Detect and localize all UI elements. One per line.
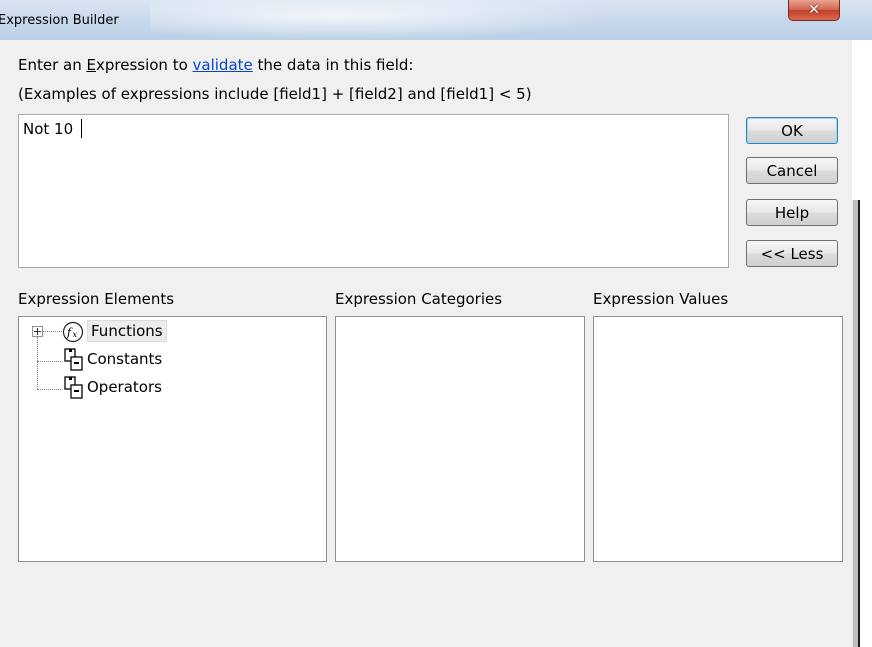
title-bar-glow <box>150 0 620 40</box>
validate-link[interactable]: validate <box>193 56 253 74</box>
access-key-letter: E <box>86 56 96 74</box>
expression-categories-header: Expression Categories <box>335 290 503 308</box>
window-right-edge <box>852 40 872 647</box>
instruction-text: Enter an <box>18 56 87 74</box>
tree-line <box>37 337 38 389</box>
instruction-text: xpression to <box>95 56 193 74</box>
expression-elements-header: Expression Elements <box>18 290 175 308</box>
tree-item-constants[interactable]: Constants <box>62 348 192 372</box>
text-caret <box>81 119 82 138</box>
ok-button[interactable]: OK <box>746 117 838 144</box>
expression-value: Not 10 <box>23 120 74 138</box>
function-icon: f x <box>62 321 84 343</box>
tree-line <box>37 389 61 390</box>
operators-icon <box>64 376 83 399</box>
close-button[interactable]: ✕ <box>788 0 840 21</box>
instruction-line-2: (Examples of expressions include [field1… <box>18 85 532 103</box>
tree-item-operators[interactable]: Operators <box>62 376 192 400</box>
expand-toggle[interactable] <box>32 326 43 337</box>
expression-values-list[interactable] <box>593 316 843 562</box>
plus-icon-vertical <box>37 328 38 335</box>
cancel-button[interactable]: Cancel <box>746 157 838 184</box>
tree-item-label: Functions <box>87 320 167 342</box>
instruction-text: the data in this field: <box>252 56 414 74</box>
svg-text:x: x <box>73 330 78 339</box>
help-button[interactable]: Help <box>746 199 838 226</box>
tree-item-label: Operators <box>87 378 162 396</box>
instruction-line-1: Enter an Expression to validate the data… <box>18 56 413 74</box>
tree-item-label: Constants <box>87 350 163 368</box>
tree-item-functions[interactable]: f x Functions <box>62 320 192 344</box>
expression-input[interactable]: Not 10 <box>18 114 729 268</box>
constants-icon <box>64 348 83 371</box>
expression-elements-list[interactable]: f x Functions Constants Operators <box>18 316 327 562</box>
close-icon: ✕ <box>808 2 820 18</box>
window-title: Expression Builder <box>0 13 119 28</box>
window-border-line <box>858 200 860 647</box>
less-button[interactable]: << Less <box>746 240 838 267</box>
expression-values-header: Expression Values <box>593 290 729 308</box>
tree-line <box>37 361 61 362</box>
expression-categories-list[interactable] <box>335 316 585 562</box>
tree-line <box>42 331 62 332</box>
title-bar[interactable]: Expression Builder ✕ <box>0 0 872 40</box>
